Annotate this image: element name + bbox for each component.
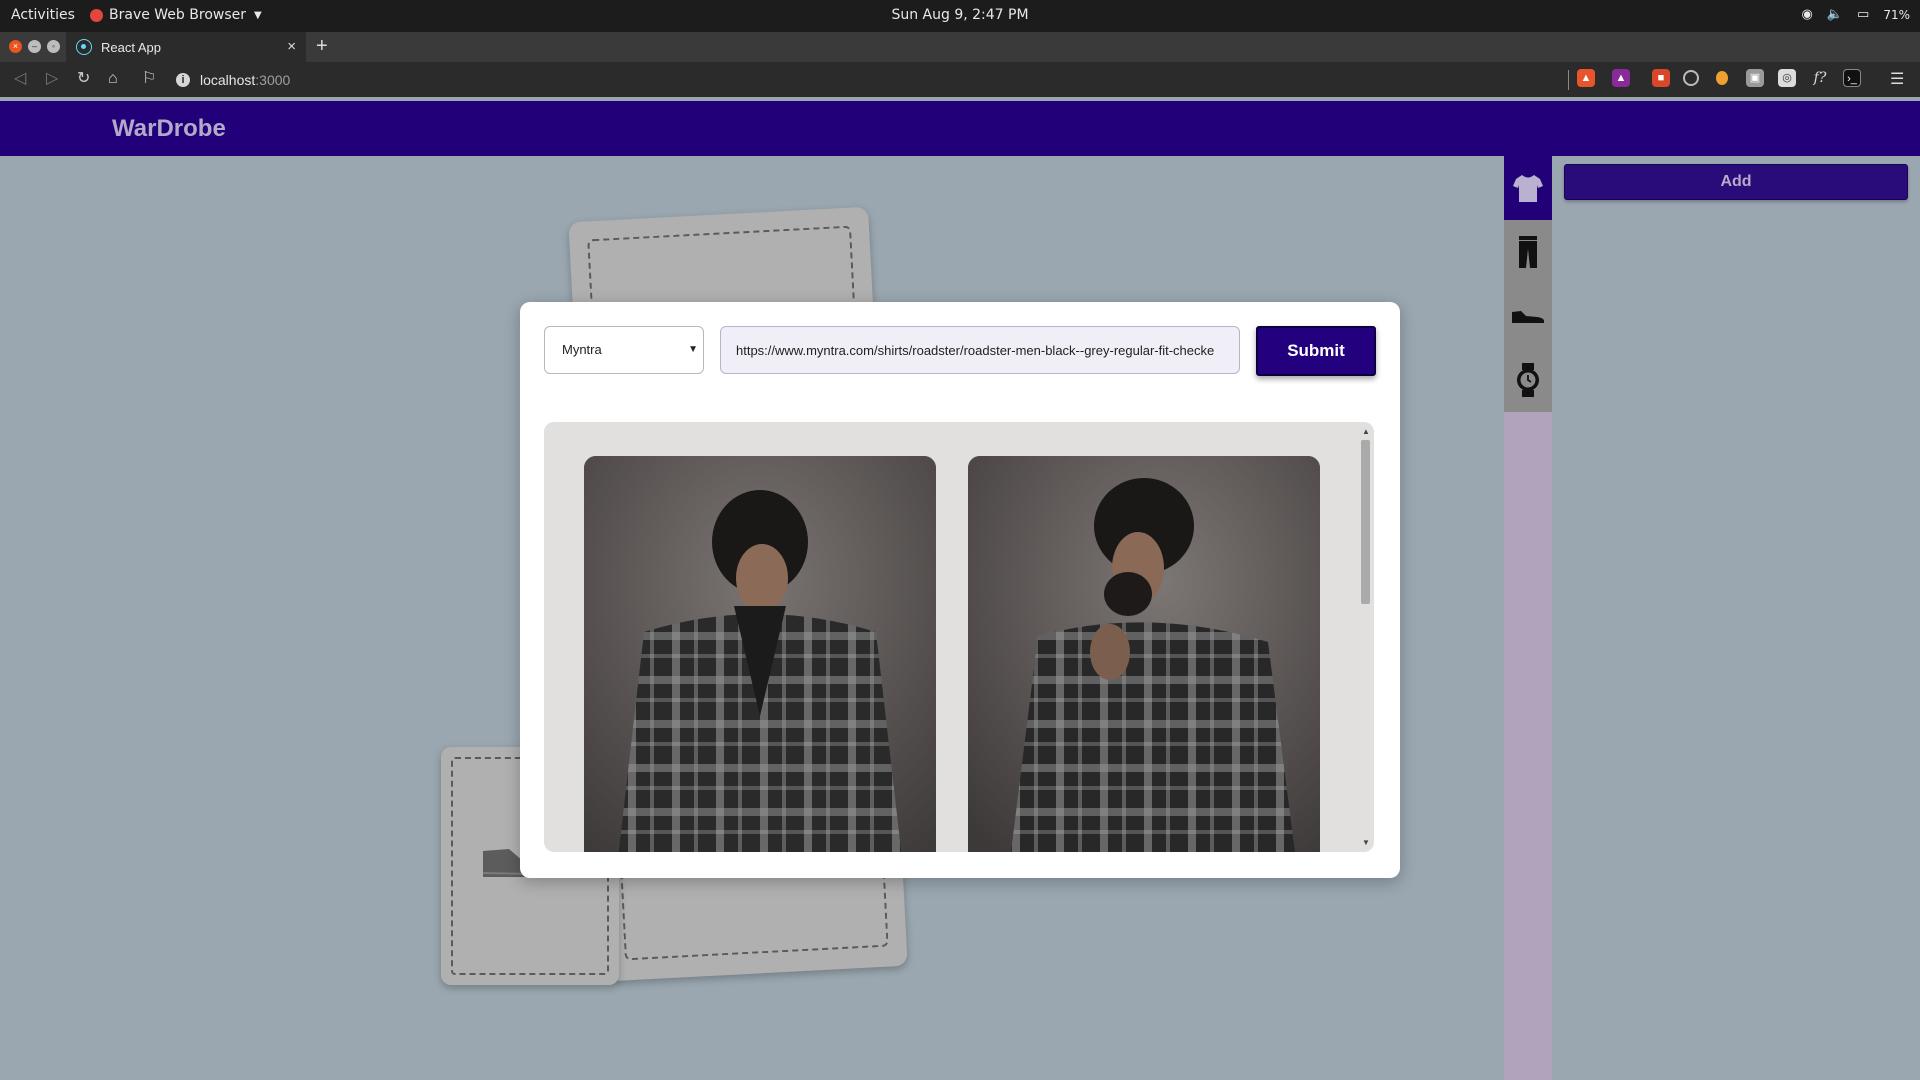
extension-icon[interactable]: ▣ (1746, 69, 1764, 87)
site-info-icon[interactable]: i (176, 73, 190, 87)
bookmark-icon[interactable]: ⚐ (142, 70, 156, 88)
chevron-down-icon: ▼ (254, 9, 262, 21)
product-image[interactable] (968, 456, 1320, 852)
new-tab-button[interactable]: + (316, 36, 328, 56)
window-maximize-icon[interactable]: ◦ (47, 40, 60, 53)
category-tops[interactable] (1504, 156, 1552, 220)
tab-title: React App (101, 39, 161, 55)
brave-logo-icon (90, 8, 103, 22)
scroll-up-icon[interactable]: ▲ (1362, 427, 1370, 436)
product-image[interactable] (584, 456, 936, 852)
extension-icon[interactable]: ◎ (1778, 69, 1796, 87)
shoe-icon (1512, 311, 1544, 323)
extension-icon[interactable] (1683, 70, 1699, 86)
category-shoes[interactable] (1504, 284, 1552, 348)
tab-react-app[interactable]: React App × (66, 32, 306, 62)
tshirt-icon (1513, 175, 1543, 202)
app-title: WarDrobe (112, 115, 226, 142)
product-url-input[interactable] (720, 326, 1240, 374)
browser-toolbar: ◁ ▷ ↻ ⌂ ⚐ i localhost:3000 (0, 62, 1920, 97)
address-bar[interactable]: i localhost:3000 (176, 68, 1556, 92)
watch-icon (1517, 363, 1539, 397)
product-photo-front (584, 456, 936, 852)
extension-icon[interactable]: ■ (1652, 69, 1670, 87)
product-photo-side (968, 456, 1320, 852)
category-list (1504, 156, 1552, 412)
clock[interactable]: Sun Aug 9, 2:47 PM (0, 7, 1920, 23)
scroll-down-icon[interactable]: ▼ (1362, 838, 1370, 847)
trousers-icon (1519, 236, 1537, 268)
scrollbar-thumb[interactable] (1361, 440, 1370, 604)
system-top-bar: Activities Brave Web Browser ▼ Sun Aug 9… (0, 0, 1920, 32)
category-watches[interactable] (1504, 348, 1552, 412)
activities-button[interactable]: Activities (11, 7, 75, 23)
extension-icon[interactable] (1716, 71, 1728, 85)
category-sidebar (1504, 156, 1552, 1080)
react-favicon-icon (76, 39, 92, 55)
reload-icon[interactable]: ↻ (77, 70, 90, 88)
url-host: localhost (200, 72, 256, 88)
app-menu-label: Brave Web Browser (109, 7, 246, 23)
url-port: :3000 (255, 72, 291, 88)
product-image-gallery[interactable] (544, 422, 1374, 852)
extension-icon[interactable]: f? (1811, 69, 1829, 87)
home-icon[interactable]: ⌂ (108, 70, 118, 88)
store-select[interactable]: Myntra ▼ (544, 326, 704, 374)
submit-button[interactable]: Submit (1256, 326, 1376, 376)
tab-strip: × – ◦ React App × + (0, 32, 1920, 62)
volume-icon: 🔈 (1826, 7, 1844, 22)
toolbar-divider (1568, 70, 1569, 90)
app-menu[interactable]: Brave Web Browser ▼ (90, 7, 262, 23)
system-tray[interactable]: ◉ 🔈 ▭ 71% (1802, 7, 1911, 22)
back-arrow-icon[interactable]: ◁ (14, 70, 26, 88)
forward-arrow-icon[interactable]: ▷ (46, 70, 58, 88)
terminal-extension-icon[interactable]: ›_ (1843, 69, 1861, 87)
brave-rewards-icon[interactable]: ▲ (1612, 69, 1630, 87)
dropdown-arrow-icon: ▼ (688, 344, 698, 355)
add-button[interactable]: Add (1564, 164, 1908, 200)
battery-icon: ▭ (1857, 7, 1870, 22)
window-close-icon[interactable]: × (9, 40, 22, 53)
window-minimize-icon[interactable]: – (28, 40, 41, 53)
add-item-modal: Myntra ▼ Submit (520, 302, 1400, 878)
tab-close-icon[interactable]: × (287, 38, 296, 55)
browser-menu-icon[interactable]: ☰ (1890, 69, 1904, 89)
category-bottoms[interactable] (1504, 220, 1552, 284)
battery-percent: 71% (1883, 7, 1910, 22)
outfit-panel (1552, 156, 1920, 1080)
app-header: WarDrobe (0, 101, 1920, 156)
wifi-icon: ◉ (1801, 7, 1813, 22)
brave-shields-icon[interactable]: ▲ (1577, 69, 1595, 87)
store-select-value: Myntra (562, 342, 602, 357)
